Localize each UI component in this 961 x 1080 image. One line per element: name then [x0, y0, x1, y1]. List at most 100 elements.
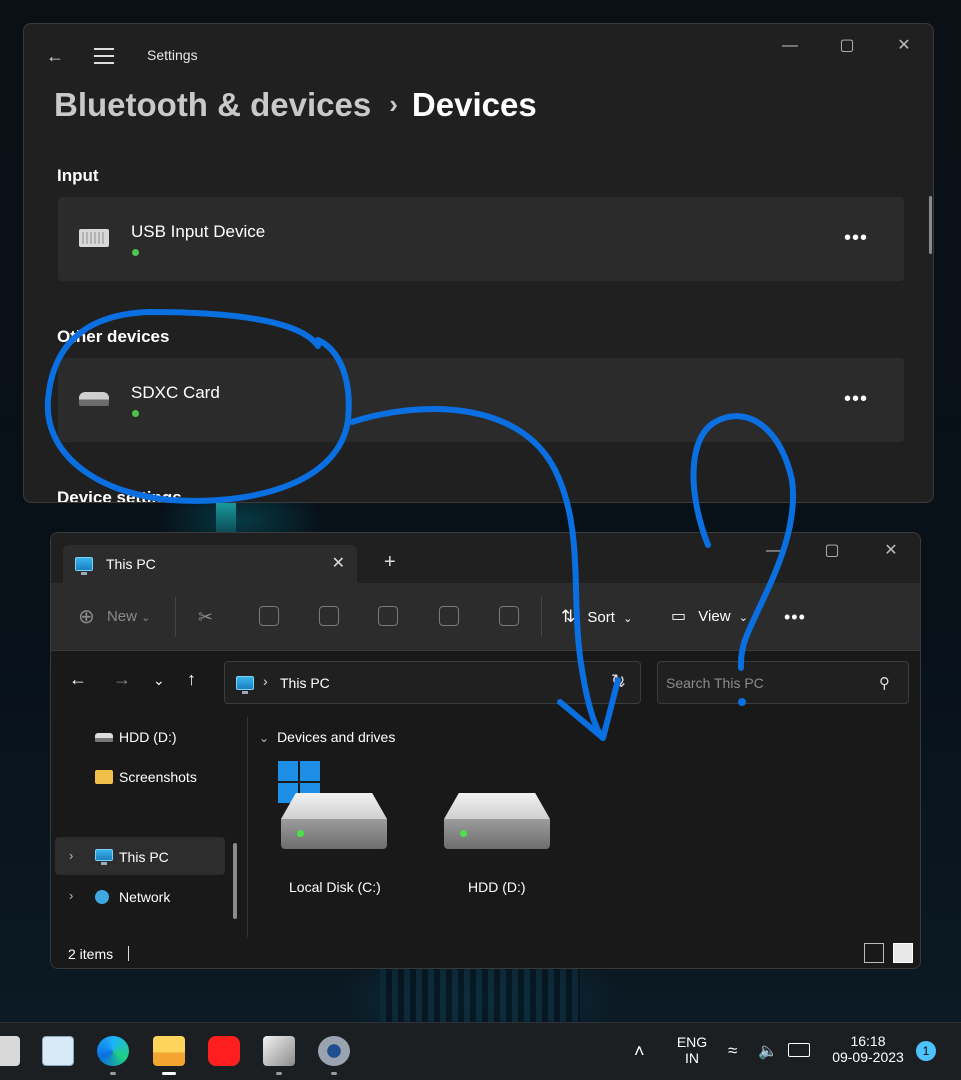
status-bar: 2 items	[51, 938, 920, 968]
cut-icon[interactable]: ✂	[198, 605, 213, 629]
file-explorer-icon[interactable]	[153, 1036, 185, 1075]
nav-item-label: Screenshots	[119, 769, 197, 785]
content-area: ⌄ Devices and drives Local Disk (C:) HDD …	[251, 713, 920, 939]
page-title: Bluetooth & devices › Devices	[54, 86, 537, 124]
large-icons-view-icon[interactable]	[893, 943, 913, 963]
performance-monitor-icon[interactable]	[42, 1036, 74, 1066]
settings-app-title: Settings	[147, 47, 198, 63]
drive-label: HDD (D:)	[468, 879, 526, 895]
breadcrumb-current: Devices	[411, 86, 537, 123]
paste-icon[interactable]	[319, 605, 339, 629]
edge-icon[interactable]	[97, 1036, 129, 1075]
breadcrumb-parent[interactable]: Bluetooth & devices	[54, 86, 371, 123]
package-icon[interactable]	[263, 1036, 295, 1075]
maximize-button[interactable]: ▢	[835, 34, 859, 58]
more-options-button[interactable]: •••	[844, 388, 868, 411]
more-options-button[interactable]: •••	[844, 227, 868, 250]
chevron-down-icon: ⌄	[738, 612, 748, 624]
tab-this-pc[interactable]: This PC ✕	[63, 545, 357, 583]
taskbar: ˄ ENG IN ≈ 🔈 16:18 09-09-2023	[0, 1022, 961, 1080]
settings-scrollbar[interactable]	[929, 196, 932, 254]
plus-circle-icon: ⊕	[78, 606, 95, 628]
show-hidden-icons-chevron-icon[interactable]: ˄	[634, 1041, 645, 1062]
navigation-pane: HDD (D:) Screenshots › This PC › Network	[51, 713, 247, 939]
wifi-icon[interactable]: ≈	[728, 1041, 737, 1061]
new-button[interactable]: ⊕ New ⌄	[78, 605, 150, 629]
explorer-command-bar: ⊕ New ⌄ ✂ ⇅ Sort ⌄ ▭ View ⌄ •••	[51, 583, 920, 651]
status-dot-icon	[132, 249, 139, 256]
sort-icon: ⇅	[561, 607, 576, 626]
hdd-icon	[95, 733, 113, 742]
status-divider	[128, 946, 129, 961]
device-name: SDXC Card	[131, 383, 220, 402]
copy-icon[interactable]	[259, 605, 279, 629]
drive-icon	[79, 392, 109, 406]
minimize-button[interactable]: —	[762, 539, 786, 563]
chevron-down-icon: ⌄	[259, 731, 270, 745]
network-icon	[95, 890, 109, 904]
device-card-sdxc[interactable]: SDXC Card •••	[58, 358, 904, 442]
nav-item-network[interactable]: › Network	[55, 877, 225, 915]
breadcrumb-chevron-icon: ›	[263, 673, 268, 689]
maximize-button[interactable]: ▢	[820, 539, 844, 563]
address-path[interactable]: This PC	[280, 675, 330, 691]
view-label: View	[698, 608, 731, 625]
see-more-button[interactable]: •••	[784, 605, 806, 629]
file-explorer-window: This PC ✕ + — ▢ ✕ ⊕ New ⌄ ✂ ⇅ Sort ⌄ ▭ V…	[50, 532, 921, 969]
language-line2: IN	[685, 1050, 699, 1066]
new-tab-button[interactable]: +	[384, 551, 396, 574]
tab-label: This PC	[106, 556, 156, 572]
pane-divider[interactable]	[247, 717, 248, 937]
nav-item-screenshots[interactable]: Screenshots	[55, 757, 225, 795]
minimize-button[interactable]: —	[778, 34, 802, 58]
close-button[interactable]: ✕	[892, 34, 916, 58]
back-arrow-icon[interactable]: ←	[69, 669, 87, 690]
tab-close-icon[interactable]: ✕	[332, 553, 345, 573]
search-box[interactable]: ⚲	[657, 661, 909, 704]
youtube-icon[interactable]	[208, 1036, 240, 1066]
explorer-tab-bar: This PC ✕ + — ▢ ✕	[51, 533, 920, 583]
drive-item-local-disk-c[interactable]: Local Disk (C:)	[251, 761, 391, 901]
forward-arrow-icon[interactable]: →	[113, 669, 131, 690]
nav-item-hdd-d[interactable]: HDD (D:)	[55, 717, 225, 755]
nav-pane-scrollbar[interactable]	[233, 843, 237, 919]
hard-drive-icon	[444, 793, 550, 849]
recent-locations-chevron-icon[interactable]: ⌄	[153, 672, 165, 689]
notification-badge[interactable]: 1	[916, 1041, 936, 1061]
section-title-other-devices: Other devices	[57, 327, 170, 346]
desktop-peek-icon[interactable]	[0, 1036, 20, 1066]
settings-icon[interactable]	[318, 1036, 350, 1075]
sort-label: Sort	[587, 609, 615, 626]
up-arrow-icon[interactable]: ↑	[187, 669, 196, 690]
chevron-right-icon[interactable]: ›	[69, 888, 73, 903]
device-card-usb-input[interactable]: USB Input Device •••	[58, 197, 904, 281]
group-label: Devices and drives	[277, 729, 396, 745]
close-button[interactable]: ✕	[879, 539, 903, 563]
device-name: USB Input Device	[131, 222, 266, 241]
view-button[interactable]: ▭ View ⌄	[671, 605, 748, 629]
chevron-right-icon[interactable]: ›	[69, 848, 73, 863]
language-indicator[interactable]: ENG IN	[672, 1034, 712, 1066]
volume-icon[interactable]: 🔈	[758, 1041, 778, 1061]
search-input[interactable]	[666, 672, 866, 694]
share-icon[interactable]	[439, 605, 459, 629]
drive-item-hdd-d[interactable]: HDD (D:)	[414, 761, 554, 901]
group-header-devices-and-drives[interactable]: ⌄ Devices and drives	[259, 729, 395, 745]
settings-window: ← Settings — ▢ ✕ Bluetooth & devices › Dev…	[23, 23, 934, 503]
folder-icon	[95, 770, 113, 784]
address-bar[interactable]: › This PC ⌄	[224, 661, 641, 704]
back-arrow-icon[interactable]: ←	[46, 46, 66, 66]
refresh-icon[interactable]: ↻	[611, 671, 625, 691]
delete-icon[interactable]	[499, 605, 519, 629]
nav-item-this-pc[interactable]: › This PC	[55, 837, 225, 875]
hamburger-menu-icon[interactable]	[94, 48, 114, 64]
details-view-icon[interactable]	[864, 943, 884, 963]
clock[interactable]: 16:18 09-09-2023	[826, 1033, 910, 1065]
battery-charging-icon[interactable]	[788, 1043, 810, 1057]
rename-icon[interactable]	[378, 605, 398, 629]
breadcrumb-separator: ›	[389, 89, 398, 119]
chevron-down-icon: ⌄	[141, 612, 151, 624]
search-icon[interactable]: ⚲	[879, 674, 890, 692]
desktop-city-lights	[380, 968, 580, 1022]
sort-button[interactable]: ⇅ Sort ⌄	[561, 605, 632, 629]
